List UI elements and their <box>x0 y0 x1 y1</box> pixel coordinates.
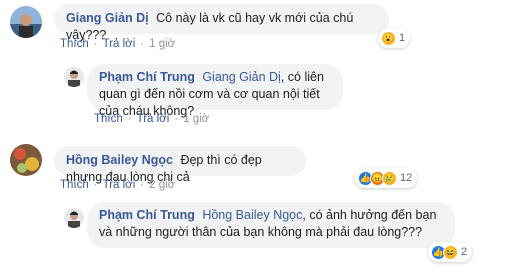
comment-4: Phạm Chí Trung Hồng Bailey Ngọc, có ảnh … <box>0 200 509 272</box>
avatar[interactable] <box>64 208 84 228</box>
timestamp[interactable]: 2 giờ <box>149 179 175 191</box>
like-link[interactable]: Thích <box>94 113 123 125</box>
reaction-summary[interactable]: 👍 😠 😢 12 <box>355 168 418 188</box>
avatar[interactable] <box>10 6 42 38</box>
comment-bubble: Phạm Chí Trung Hồng Bailey Ngọc, có ảnh … <box>87 202 455 248</box>
comment-bubble: Hồng Bailey Ngọc Đẹp thì có đẹp nhưng đa… <box>54 146 306 184</box>
sad-icon: 😢 <box>382 170 397 186</box>
comment-author[interactable]: Hồng Bailey Ngọc <box>66 153 173 167</box>
haha-icon: 😆 <box>443 244 458 260</box>
comment-actions: Thích · Trả lời · 1 giờ <box>94 113 210 125</box>
timestamp[interactable]: 1 giờ <box>183 113 209 125</box>
comment-author[interactable]: Giang Giản Dị <box>66 11 149 25</box>
avatar[interactable] <box>64 67 84 87</box>
comment-bubble: Phạm Chí Trung Giang Giản Dị, có liên qu… <box>87 64 343 118</box>
comment-bubble: Giang Giản Dị Cô này là vk cũ hay vk mới… <box>54 4 389 42</box>
wow-icon: 😮 <box>381 30 396 46</box>
mention-link[interactable]: Hồng Bailey Ngọc <box>202 208 302 222</box>
reaction-count: 1 <box>399 32 406 44</box>
reaction-count: 2 <box>461 246 468 258</box>
reaction-summary[interactable]: 👍 😆 2 <box>428 242 473 262</box>
reply-link[interactable]: Trả lời <box>103 38 136 50</box>
like-link[interactable]: Thích <box>60 179 89 191</box>
timestamp[interactable]: 1 giờ <box>149 38 175 50</box>
reply-link[interactable]: Trả lời <box>103 179 136 191</box>
avatar[interactable] <box>10 144 42 176</box>
like-link[interactable]: Thích <box>60 38 89 50</box>
comment-author[interactable]: Phạm Chí Trung <box>99 70 195 84</box>
reaction-count: 12 <box>400 172 413 184</box>
reaction-summary[interactable]: 😮 1 <box>378 28 411 48</box>
comment-3: Hồng Bailey Ngọc Đẹp thì có đẹp nhưng đa… <box>0 138 509 198</box>
mention-link[interactable]: Giang Giản Dị <box>202 70 281 84</box>
comment-1: Giang Giản Dị Cô này là vk cũ hay vk mới… <box>0 0 509 60</box>
comment-actions: Thích · Trả lời · 2 giờ <box>60 179 176 191</box>
comment-author[interactable]: Phạm Chí Trung <box>99 208 195 222</box>
reply-link[interactable]: Trả lời <box>137 113 170 125</box>
comment-actions: Thích · Trả lời · 1 giờ <box>60 38 176 50</box>
comment-2: Phạm Chí Trung Giang Giản Dị, có liên qu… <box>0 60 509 132</box>
